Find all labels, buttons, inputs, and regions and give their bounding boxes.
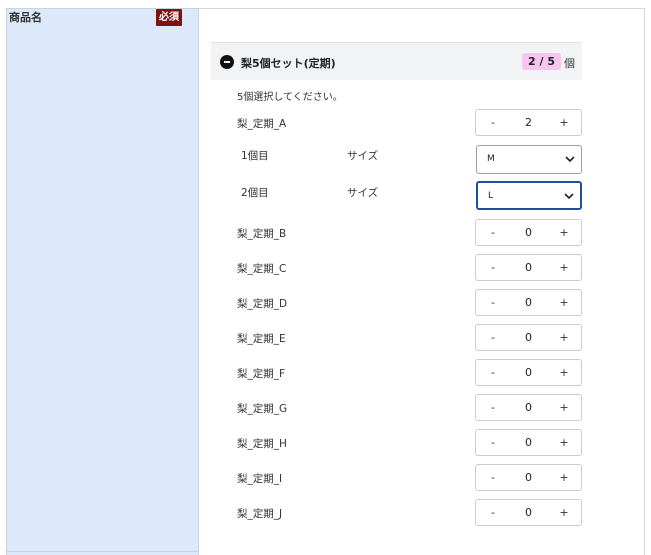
quantity-value[interactable]: 0	[508, 290, 549, 315]
decrement-button[interactable]: -	[478, 110, 508, 135]
selection-count-badge: 2 / 5	[522, 53, 561, 70]
decrement-button[interactable]: -	[478, 360, 508, 385]
selected-value: M	[487, 154, 495, 164]
quantity-value[interactable]: 0	[508, 220, 549, 245]
quantity-stepper[interactable]: - 0 +	[475, 359, 582, 386]
increment-button[interactable]: +	[549, 290, 579, 315]
quantity-value[interactable]: 0	[508, 465, 549, 490]
decrement-button[interactable]: -	[478, 465, 508, 490]
item-label: 梨_定期_J	[237, 508, 283, 520]
label-column	[6, 8, 199, 555]
field-label: 商品名	[9, 11, 42, 24]
decrement-button[interactable]: -	[478, 220, 508, 245]
quantity-value[interactable]: 0	[508, 395, 549, 420]
variant-attr-label: サイズ	[347, 150, 379, 162]
variant-index-label: 2個目	[241, 187, 269, 199]
quantity-stepper[interactable]: - 2 +	[475, 109, 582, 136]
decrement-button[interactable]: -	[478, 500, 508, 525]
item-label: 梨_定期_C	[237, 263, 287, 275]
chevron-down-icon	[565, 156, 575, 163]
increment-button[interactable]: +	[549, 255, 579, 280]
quantity-stepper[interactable]: - 0 +	[475, 289, 582, 316]
variant-attr-label: サイズ	[347, 187, 379, 199]
quantity-stepper[interactable]: - 0 +	[475, 464, 582, 491]
item-label: 梨_定期_G	[237, 403, 288, 415]
decrement-button[interactable]: -	[478, 255, 508, 280]
item-label: 梨_定期_F	[237, 368, 286, 380]
item-label: 梨_定期_D	[237, 298, 288, 310]
set-title: 梨5個セット(定期)	[241, 57, 336, 70]
quantity-stepper[interactable]: - 0 +	[475, 219, 582, 246]
increment-button[interactable]: +	[549, 430, 579, 455]
increment-button[interactable]: +	[549, 395, 579, 420]
increment-button[interactable]: +	[549, 110, 579, 135]
variant-index-label: 1個目	[241, 150, 269, 162]
quantity-value[interactable]: 0	[508, 255, 549, 280]
quantity-value[interactable]: 2	[508, 110, 549, 135]
decrement-button[interactable]: -	[478, 395, 508, 420]
instruction-text: 5個選択してください。	[237, 92, 343, 103]
chevron-down-icon	[564, 193, 574, 200]
increment-button[interactable]: +	[549, 500, 579, 525]
size-select[interactable]: M	[476, 145, 582, 174]
quantity-value[interactable]: 0	[508, 500, 549, 525]
item-label: 梨_定期_E	[237, 333, 286, 345]
set-header[interactable]: 梨5個セット(定期) 2 / 5 個	[211, 42, 582, 80]
item-label: 梨_定期_A	[237, 118, 287, 130]
quantity-stepper[interactable]: - 0 +	[475, 429, 582, 456]
increment-button[interactable]: +	[549, 465, 579, 490]
quantity-value[interactable]: 0	[508, 325, 549, 350]
decrement-button[interactable]: -	[478, 325, 508, 350]
quantity-stepper[interactable]: - 0 +	[475, 499, 582, 526]
divider	[7, 551, 198, 552]
item-label: 梨_定期_H	[237, 438, 287, 450]
quantity-stepper[interactable]: - 0 +	[475, 394, 582, 421]
quantity-value[interactable]: 0	[508, 430, 549, 455]
item-label: 梨_定期_B	[237, 228, 287, 240]
quantity-value[interactable]: 0	[508, 360, 549, 385]
increment-button[interactable]: +	[549, 325, 579, 350]
item-label: 梨_定期_I	[237, 473, 283, 485]
decrement-button[interactable]: -	[478, 430, 508, 455]
increment-button[interactable]: +	[549, 220, 579, 245]
increment-button[interactable]: +	[549, 360, 579, 385]
size-select[interactable]: L	[476, 181, 582, 210]
selected-value: L	[488, 191, 494, 201]
minus-circle-icon[interactable]	[220, 55, 234, 69]
quantity-stepper[interactable]: - 0 +	[475, 254, 582, 281]
count-unit: 個	[564, 57, 575, 70]
required-badge: 必須	[156, 9, 182, 26]
decrement-button[interactable]: -	[478, 290, 508, 315]
quantity-stepper[interactable]: - 0 +	[475, 324, 582, 351]
